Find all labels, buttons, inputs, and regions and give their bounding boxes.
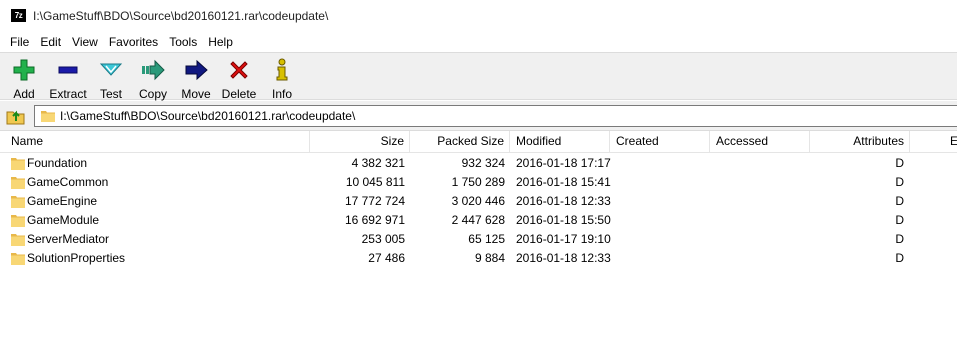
address-path[interactable]: I:\GameStuff\BDO\Source\bd20160121.rar\c…	[60, 109, 355, 123]
7zip-app-icon: 7z	[11, 9, 26, 22]
delete-button[interactable]: Delete	[220, 56, 258, 101]
window-title: I:\GameStuff\BDO\Source\bd20160121.rar\c…	[33, 9, 329, 23]
folder-icon	[11, 158, 25, 170]
file-size: 4 382 321	[351, 156, 405, 170]
menu-bar: File Edit View Favorites Tools Help	[0, 32, 957, 52]
folder-icon	[11, 177, 25, 189]
info-icon	[270, 58, 294, 82]
column-header-name[interactable]: Name	[0, 131, 310, 153]
file-attributes: D	[895, 213, 904, 227]
toolbar: Add Extract Test Copy Move Delete Info	[0, 52, 957, 101]
folder-icon	[41, 110, 55, 122]
folder-up-button[interactable]	[6, 107, 26, 125]
column-header-accessed[interactable]: Accessed	[710, 131, 810, 153]
info-button[interactable]: Info	[268, 56, 296, 101]
file-modified: 2016-01-18 15:41	[516, 175, 611, 189]
file-attributes: D	[895, 232, 904, 246]
folder-icon	[11, 234, 25, 246]
file-name: GameEngine	[27, 194, 98, 208]
file-list: Foundation 4 382 321 932 324 2016-01-18 …	[0, 154, 957, 268]
delete-x-icon	[227, 58, 251, 82]
list-header: Name Size Packed Size Modified Created A…	[0, 131, 957, 153]
column-header-extra[interactable]: E	[910, 131, 957, 153]
file-packed-size: 2 447 628	[451, 213, 505, 227]
file-name: SolutionProperties	[27, 251, 126, 265]
file-packed-size: 1 750 289	[451, 175, 505, 189]
table-row[interactable]: Foundation 4 382 321 932 324 2016-01-18 …	[0, 154, 957, 173]
file-attributes: D	[895, 175, 904, 189]
file-packed-size: 932 324	[461, 156, 505, 170]
column-header-attributes[interactable]: Attributes	[810, 131, 910, 153]
column-header-modified[interactable]: Modified	[510, 131, 610, 153]
table-row[interactable]: GameModule 16 692 971 2 447 628 2016-01-…	[0, 211, 957, 230]
column-header-created[interactable]: Created	[610, 131, 710, 153]
address-field[interactable]: I:\GameStuff\BDO\Source\bd20160121.rar\c…	[34, 105, 957, 127]
move-button[interactable]: Move	[178, 56, 214, 101]
table-row[interactable]: GameCommon 10 045 811 1 750 289 2016-01-…	[0, 173, 957, 192]
file-packed-size: 3 020 446	[451, 194, 505, 208]
file-size: 27 486	[368, 251, 405, 265]
file-name: ServerMediator	[27, 232, 110, 246]
file-size: 10 045 811	[345, 175, 405, 189]
file-name: GameCommon	[27, 175, 109, 189]
file-modified: 2016-01-18 12:33	[516, 194, 611, 208]
folder-icon	[11, 253, 25, 265]
move-arrow-icon	[184, 58, 208, 82]
folder-up-icon	[6, 110, 25, 125]
file-name: Foundation	[27, 156, 88, 170]
copy-arrow-icon	[141, 58, 165, 82]
file-modified: 2016-01-18 15:50	[516, 213, 611, 227]
folder-icon	[11, 215, 25, 227]
test-button[interactable]: Test	[96, 56, 126, 101]
menu-edit[interactable]: Edit	[35, 32, 66, 52]
table-row[interactable]: SolutionProperties 27 486 9 884 2016-01-…	[0, 249, 957, 268]
menu-file[interactable]: File	[5, 32, 34, 52]
add-button[interactable]: Add	[8, 56, 40, 101]
file-packed-size: 65 125	[468, 232, 505, 246]
file-modified: 2016-01-17 19:10	[516, 232, 611, 246]
extract-button[interactable]: Extract	[47, 56, 89, 101]
file-attributes: D	[895, 156, 904, 170]
menu-favorites[interactable]: Favorites	[104, 32, 163, 52]
file-size: 17 772 724	[344, 194, 405, 208]
table-row[interactable]: ServerMediator 253 005 65 125 2016-01-17…	[0, 230, 957, 249]
file-attributes: D	[895, 194, 904, 208]
menu-tools[interactable]: Tools	[164, 32, 202, 52]
menu-view[interactable]: View	[67, 32, 103, 52]
column-header-size[interactable]: Size	[310, 131, 410, 153]
file-modified: 2016-01-18 12:33	[516, 251, 611, 265]
address-bar: I:\GameStuff\BDO\Source\bd20160121.rar\c…	[0, 101, 957, 131]
copy-button[interactable]: Copy	[136, 56, 170, 101]
minus-icon	[56, 58, 80, 82]
file-packed-size: 9 884	[474, 251, 505, 265]
test-chevron-icon	[99, 58, 123, 82]
menu-help[interactable]: Help	[203, 32, 238, 52]
file-attributes: D	[895, 251, 904, 265]
table-row[interactable]: GameEngine 17 772 724 3 020 446 2016-01-…	[0, 192, 957, 211]
plus-icon	[12, 58, 36, 82]
title-bar: 7z I:\GameStuff\BDO\Source\bd20160121.ra…	[0, 0, 957, 32]
file-modified: 2016-01-18 17:17	[516, 156, 611, 170]
folder-icon	[11, 196, 25, 208]
file-name: GameModule	[27, 213, 100, 227]
column-header-packed-size[interactable]: Packed Size	[410, 131, 510, 153]
file-size: 16 692 971	[344, 213, 405, 227]
file-size: 253 005	[361, 232, 405, 246]
